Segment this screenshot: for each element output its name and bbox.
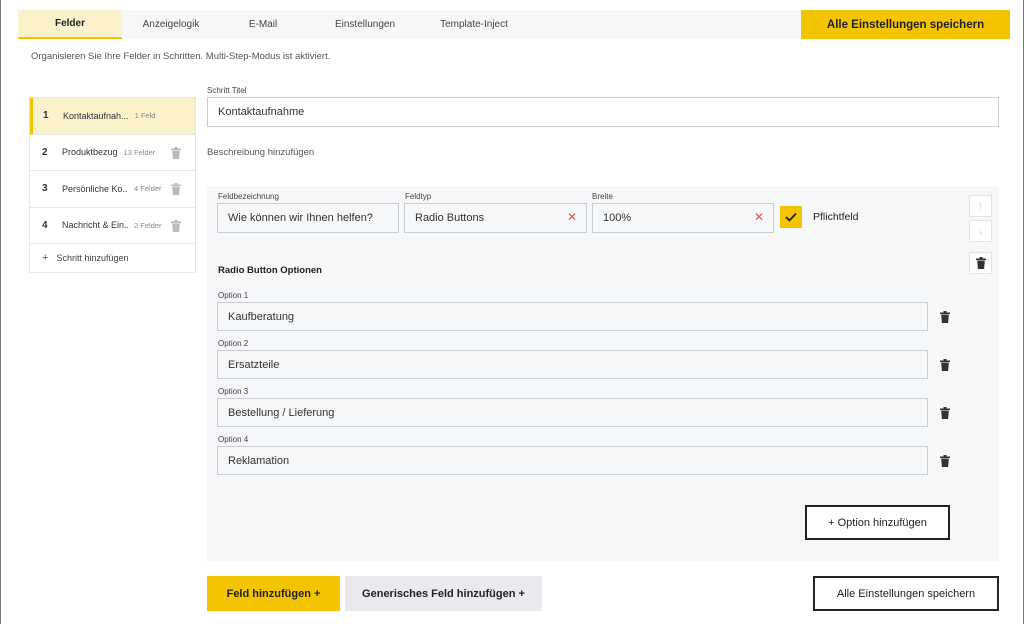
required-label: Pflichtfeld	[813, 211, 859, 223]
delete-field-button[interactable]	[969, 252, 992, 274]
trash-icon	[976, 257, 986, 269]
step-item-4[interactable]: 4 Nachricht & Ein... 2 Felder	[30, 208, 195, 244]
option-input[interactable]: Kaufberatung	[217, 302, 928, 331]
move-down-button[interactable]: ↓	[969, 220, 992, 242]
option-label: Option 4	[218, 435, 249, 444]
field-label-caption: Feldbezeichnung	[218, 192, 279, 201]
step-field-count: 13 Felder	[123, 147, 156, 157]
trash-icon[interactable]	[171, 147, 181, 159]
tab-email[interactable]: E-Mail	[220, 10, 306, 39]
add-option-button[interactable]: + Option hinzufügen	[805, 505, 950, 540]
step-list: 1 Kontaktaufnah... 1 Feld 2 Produktbezug…	[29, 97, 196, 273]
step-title-label: Schritt Titel	[207, 86, 247, 95]
arrow-down-icon: ↓	[978, 225, 983, 237]
option-label: Option 3	[218, 387, 249, 396]
save-all-button-bottom[interactable]: Alle Einstellungen speichern	[813, 576, 999, 611]
clear-icon[interactable]: ✕	[567, 211, 577, 223]
tab-einstellungen[interactable]: Einstellungen	[306, 10, 424, 39]
tab-felder[interactable]: Felder	[18, 10, 122, 39]
step-number: 1	[43, 110, 49, 122]
add-description-link[interactable]: Beschreibung hinzufügen	[207, 147, 314, 158]
step-field-count: 2 Felder	[134, 220, 162, 230]
step-item-2[interactable]: 2 Produktbezug 13 Felder	[30, 135, 195, 171]
intro-text: Organisieren Sie Ihre Felder in Schritte…	[31, 51, 331, 62]
add-generic-field-button[interactable]: Generisches Feld hinzufügen +	[345, 576, 542, 611]
tab-anzeigelogik[interactable]: Anzeigelogik	[122, 10, 220, 39]
option-input[interactable]: Ersatzteile	[217, 350, 928, 379]
trash-icon[interactable]	[940, 455, 950, 467]
trash-icon[interactable]	[940, 407, 950, 419]
step-item-3[interactable]: 3 Persönliche Ko... 4 Felder	[30, 171, 195, 208]
option-input[interactable]: Bestellung / Lieferung	[217, 398, 928, 427]
step-field-count: 1 Feld	[134, 111, 156, 121]
step-number: 2	[42, 146, 48, 158]
add-field-button[interactable]: Feld hinzufügen +	[207, 576, 340, 611]
trash-icon[interactable]	[171, 220, 181, 232]
step-number: 3	[42, 183, 48, 195]
add-step-button[interactable]: + Schritt hinzufügen	[30, 244, 195, 272]
step-item-1[interactable]: 1 Kontaktaufnah... 1 Feld	[30, 98, 195, 135]
add-step-label: Schritt hinzufügen	[56, 253, 129, 263]
option-label: Option 2	[218, 339, 249, 348]
arrow-up-icon: ↑	[978, 200, 983, 212]
field-width-select[interactable]: 100%	[592, 203, 774, 233]
trash-icon[interactable]	[940, 311, 950, 323]
move-up-button[interactable]: ↑	[969, 195, 992, 217]
field-label-input[interactable]: Wie können wir Ihnen helfen?	[217, 203, 399, 233]
option-input[interactable]: Reklamation	[217, 446, 928, 475]
save-all-button-top[interactable]: Alle Einstellungen speichern	[801, 10, 1010, 39]
step-number: 4	[42, 219, 48, 231]
step-name: Produktbezug	[62, 147, 118, 158]
clear-icon[interactable]: ✕	[754, 211, 764, 223]
field-type-caption: Feldtyp	[405, 192, 432, 201]
step-title-input[interactable]: Kontaktaufnahme	[207, 97, 999, 127]
trash-icon[interactable]	[171, 183, 181, 195]
field-width-caption: Breite	[592, 192, 613, 201]
step-name: Nachricht & Ein...	[62, 220, 128, 231]
trash-icon[interactable]	[940, 359, 950, 371]
step-name: Kontaktaufnah...	[63, 110, 129, 121]
tab-bar: Felder Anzeigelogik E-Mail Einstellungen…	[18, 10, 1010, 39]
tab-template-inject[interactable]: Template-Inject	[424, 10, 524, 39]
option-label: Option 1	[218, 291, 249, 300]
step-name: Persönliche Ko...	[62, 183, 128, 194]
step-field-count: 4 Felder	[134, 184, 162, 194]
check-icon	[785, 212, 797, 222]
plus-icon: +	[42, 252, 49, 264]
field-type-select[interactable]: Radio Buttons	[404, 203, 587, 233]
radio-options-title: Radio Button Optionen	[218, 265, 322, 276]
required-checkbox[interactable]	[780, 206, 802, 228]
